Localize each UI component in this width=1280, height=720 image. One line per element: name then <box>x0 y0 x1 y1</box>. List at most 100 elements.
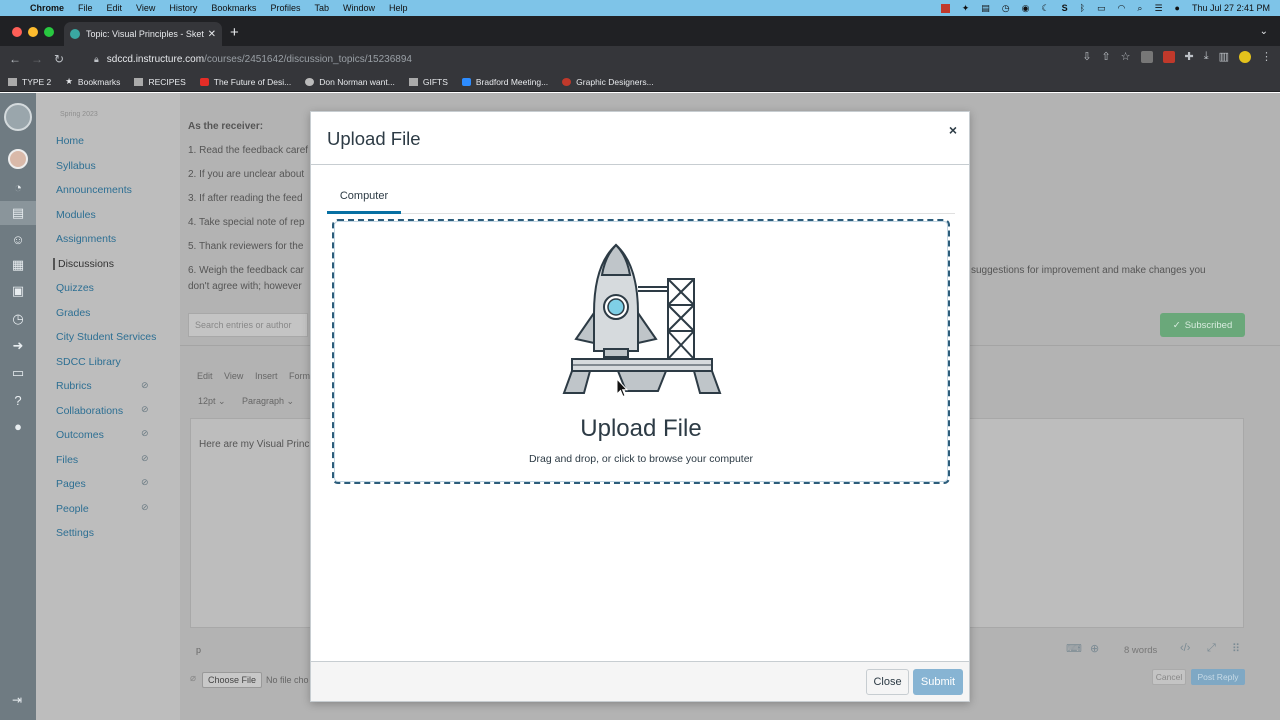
close-window-icon[interactable] <box>12 27 22 37</box>
nav-city-student-services[interactable]: City Student Services <box>56 331 156 343</box>
menu-profiles[interactable]: Profiles <box>270 3 300 13</box>
nav-modules[interactable]: Modules <box>56 209 96 221</box>
tab-computer[interactable]: Computer <box>327 184 401 214</box>
groups-icon[interactable]: ☺ <box>8 229 28 249</box>
choose-file-button[interactable]: Choose File <box>202 672 262 688</box>
inbox-icon[interactable]: ▣ <box>8 281 28 301</box>
share-icon[interactable]: ⇧ <box>1101 50 1110 63</box>
install-icon[interactable]: ⇩ <box>1082 50 1091 63</box>
studio-icon[interactable]: ▭ <box>8 363 28 383</box>
puzzle-icon[interactable]: ✚ <box>1185 50 1194 63</box>
nav-grades[interactable]: Grades <box>56 307 90 319</box>
account-avatar[interactable] <box>8 149 28 169</box>
bookmark-star-icon[interactable]: ☆ <box>1121 50 1131 63</box>
subscribed-button[interactable]: ✓ Subscribed <box>1160 313 1245 337</box>
cancel-reply-button[interactable]: Cancel <box>1152 669 1186 685</box>
back-icon[interactable]: ← <box>4 52 26 66</box>
s-app-icon[interactable]: S <box>1062 3 1068 13</box>
block-format-select[interactable]: Paragraph ⌄ <box>242 396 294 407</box>
nav-outcomes[interactable]: Outcomes <box>56 429 104 441</box>
nav-people[interactable]: People <box>56 503 89 515</box>
clock-text[interactable]: Thu Jul 27 2:41 PM <box>1192 3 1270 13</box>
bookmark-type2[interactable]: TYPE 2 <box>8 77 51 87</box>
html-editor-icon[interactable]: ‹/› <box>1180 642 1190 654</box>
menu-history[interactable]: History <box>169 3 197 13</box>
notes-icon[interactable]: ▤ <box>981 3 990 14</box>
siri-icon[interactable]: ● <box>1175 3 1180 13</box>
time-machine-icon[interactable]: ◷ <box>1002 3 1010 14</box>
courses-icon[interactable]: ▤ <box>8 203 28 223</box>
history-icon[interactable]: ◷ <box>8 309 28 329</box>
new-tab-icon[interactable]: + <box>230 24 239 41</box>
address-bar[interactable]: 🔒︎ sdccd.instructure.com/courses/2451642… <box>86 48 1136 70</box>
extension-icon[interactable] <box>1140 50 1153 63</box>
wifi-icon[interactable]: ◠ <box>1118 3 1126 14</box>
nav-announcements[interactable]: Announcements <box>56 184 132 196</box>
nav-sdcc-library[interactable]: SDCC Library <box>56 356 121 368</box>
screen-icon[interactable]: ◉ <box>1022 3 1030 14</box>
moon-icon[interactable]: ☾ <box>1042 3 1050 14</box>
bookmark-recipes[interactable]: RECIPES <box>134 77 186 87</box>
submit-button[interactable]: Submit <box>913 669 963 695</box>
bookmark-bradford-meeting[interactable]: Bradford Meeting... <box>461 77 548 87</box>
kebab-menu-icon[interactable]: ⋮ <box>1261 50 1272 63</box>
menu-tab[interactable]: Tab <box>314 3 329 13</box>
bookmark-bookmarks[interactable]: ★ Bookmarks <box>65 76 120 87</box>
battery-icon[interactable]: ▭ <box>1097 3 1106 14</box>
menu-window[interactable]: Window <box>343 3 375 13</box>
downloads-icon[interactable]: ⤓ <box>1204 50 1209 63</box>
nav-pages[interactable]: Pages <box>56 478 86 490</box>
editor-menu-insert[interactable]: Insert <box>255 371 278 381</box>
nav-assignments[interactable]: Assignments <box>56 233 116 245</box>
tab-search-chevron-icon[interactable]: ⌄ <box>1260 26 1268 37</box>
minimize-window-icon[interactable] <box>28 27 38 37</box>
nav-home[interactable]: Home <box>56 135 84 147</box>
lock-icon[interactable]: 🔒︎ <box>94 54 99 65</box>
menu-help[interactable]: Help <box>389 3 408 13</box>
browser-tab-active[interactable]: Topic: Visual Principles - Sketc ✕ <box>64 22 222 46</box>
close-button[interactable]: Close <box>866 669 909 695</box>
nav-quizzes[interactable]: Quizzes <box>56 282 94 294</box>
search-entries-input[interactable]: Search entries or author <box>188 313 308 337</box>
menu-edit[interactable]: Edit <box>107 3 123 13</box>
nav-files[interactable]: Files <box>56 454 78 466</box>
menu-app-name[interactable]: Chrome <box>30 3 64 13</box>
record-icon[interactable] <box>940 3 950 13</box>
extension-red-icon[interactable] <box>1162 50 1175 63</box>
profile-icon[interactable] <box>1239 50 1251 63</box>
file-dropzone[interactable]: Upload File Drag and drop, or click to b… <box>332 219 950 484</box>
institution-logo[interactable] <box>4 103 32 131</box>
dashboard-icon[interactable]: ◔ <box>8 177 28 197</box>
close-icon[interactable]: × <box>949 122 957 138</box>
collapse-nav-icon[interactable]: ⇥ <box>12 693 22 707</box>
editor-menu-format[interactable]: Form <box>289 371 310 381</box>
accessibility-icon[interactable]: ⊕ <box>1090 642 1099 655</box>
editor-menu-edit[interactable]: Edit <box>197 371 213 381</box>
bookmark-gifts[interactable]: GIFTS <box>408 77 448 87</box>
editor-menu-view[interactable]: View <box>224 371 243 381</box>
nav-discussions[interactable]: Discussions <box>53 258 114 270</box>
nav-settings[interactable]: Settings <box>56 527 94 539</box>
control-center-icon[interactable]: ☰ <box>1154 3 1162 14</box>
nav-rubrics[interactable]: Rubrics <box>56 380 92 392</box>
reload-icon[interactable]: ↻ <box>48 52 70 66</box>
bluetooth-icon[interactable]: ᛒ <box>1080 3 1085 13</box>
calendar-icon[interactable]: ▦ <box>8 255 28 275</box>
zoom-window-icon[interactable] <box>44 27 54 37</box>
keyboard-icon[interactable]: ⌨ <box>1066 642 1082 655</box>
menu-bookmarks[interactable]: Bookmarks <box>211 3 256 13</box>
sidebar-icon[interactable]: ▥ <box>1219 50 1229 63</box>
forward-icon[interactable]: → <box>26 52 48 66</box>
help-icon[interactable]: ? <box>8 390 28 410</box>
menu-view[interactable]: View <box>136 3 155 13</box>
chat-icon[interactable]: ● <box>8 416 28 436</box>
bookmark-future-of-design[interactable]: The Future of Desi... <box>199 77 291 87</box>
resize-handle-icon[interactable]: ⠿ <box>1232 642 1240 655</box>
nav-collaborations[interactable]: Collaborations <box>56 405 123 417</box>
menu-file[interactable]: File <box>78 3 93 13</box>
spotlight-search-icon[interactable]: ⌕ <box>1137 3 1142 14</box>
font-size-select[interactable]: 12pt ⌄ <box>198 396 226 407</box>
commons-icon[interactable]: ➜ <box>8 336 28 356</box>
nav-syllabus[interactable]: Syllabus <box>56 160 96 172</box>
bookmark-don-norman[interactable]: Don Norman want... <box>305 77 395 87</box>
